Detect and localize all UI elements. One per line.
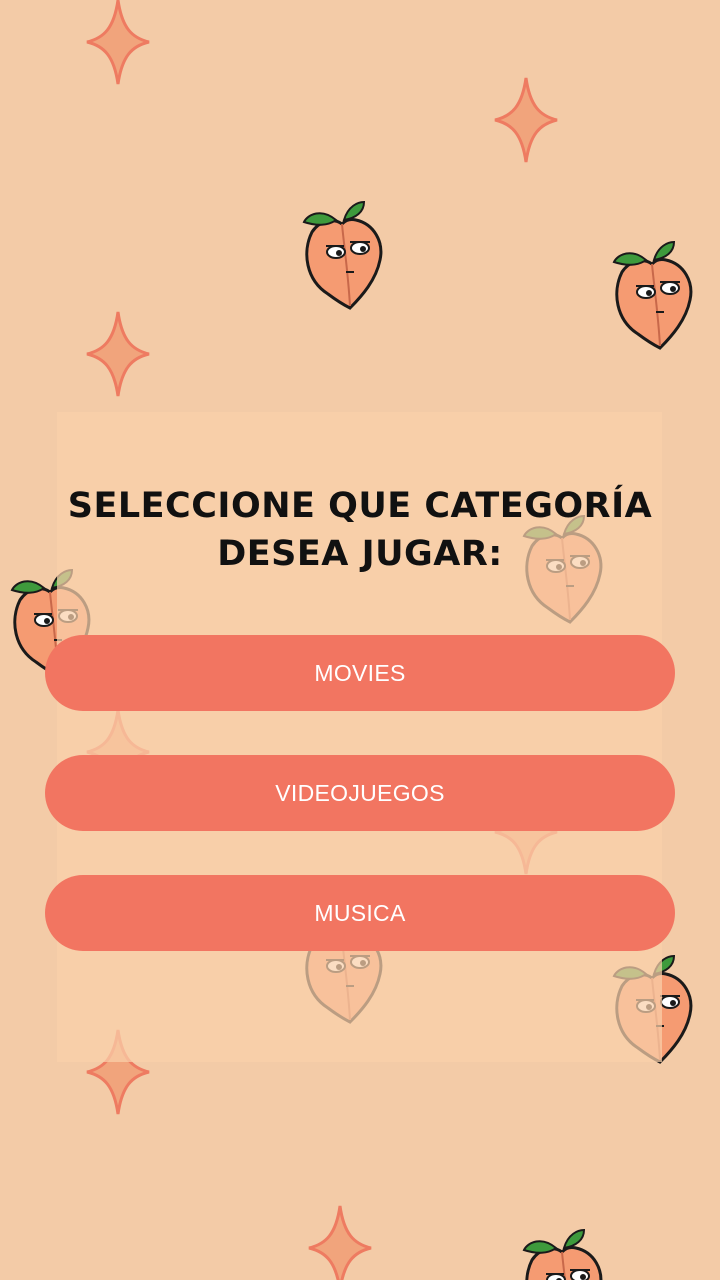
- title-line-1: SELECCIONE QUE CATEGORÍA: [67, 486, 653, 526]
- videojuegos-button-label: VIDEOJUEGOS: [275, 779, 445, 806]
- musica-button-label: MUSICA: [314, 899, 406, 926]
- movies-button-label: MOVIES: [314, 659, 406, 686]
- movies-button[interactable]: MOVIES: [45, 635, 675, 711]
- musica-button[interactable]: MUSICA: [45, 875, 675, 951]
- title-line-2: DESEA JUGAR:: [217, 534, 503, 574]
- page-title: SELECCIONE QUE CATEGORÍA DESEA JUGAR:: [0, 482, 720, 578]
- videojuegos-button[interactable]: VIDEOJUEGOS: [45, 755, 675, 831]
